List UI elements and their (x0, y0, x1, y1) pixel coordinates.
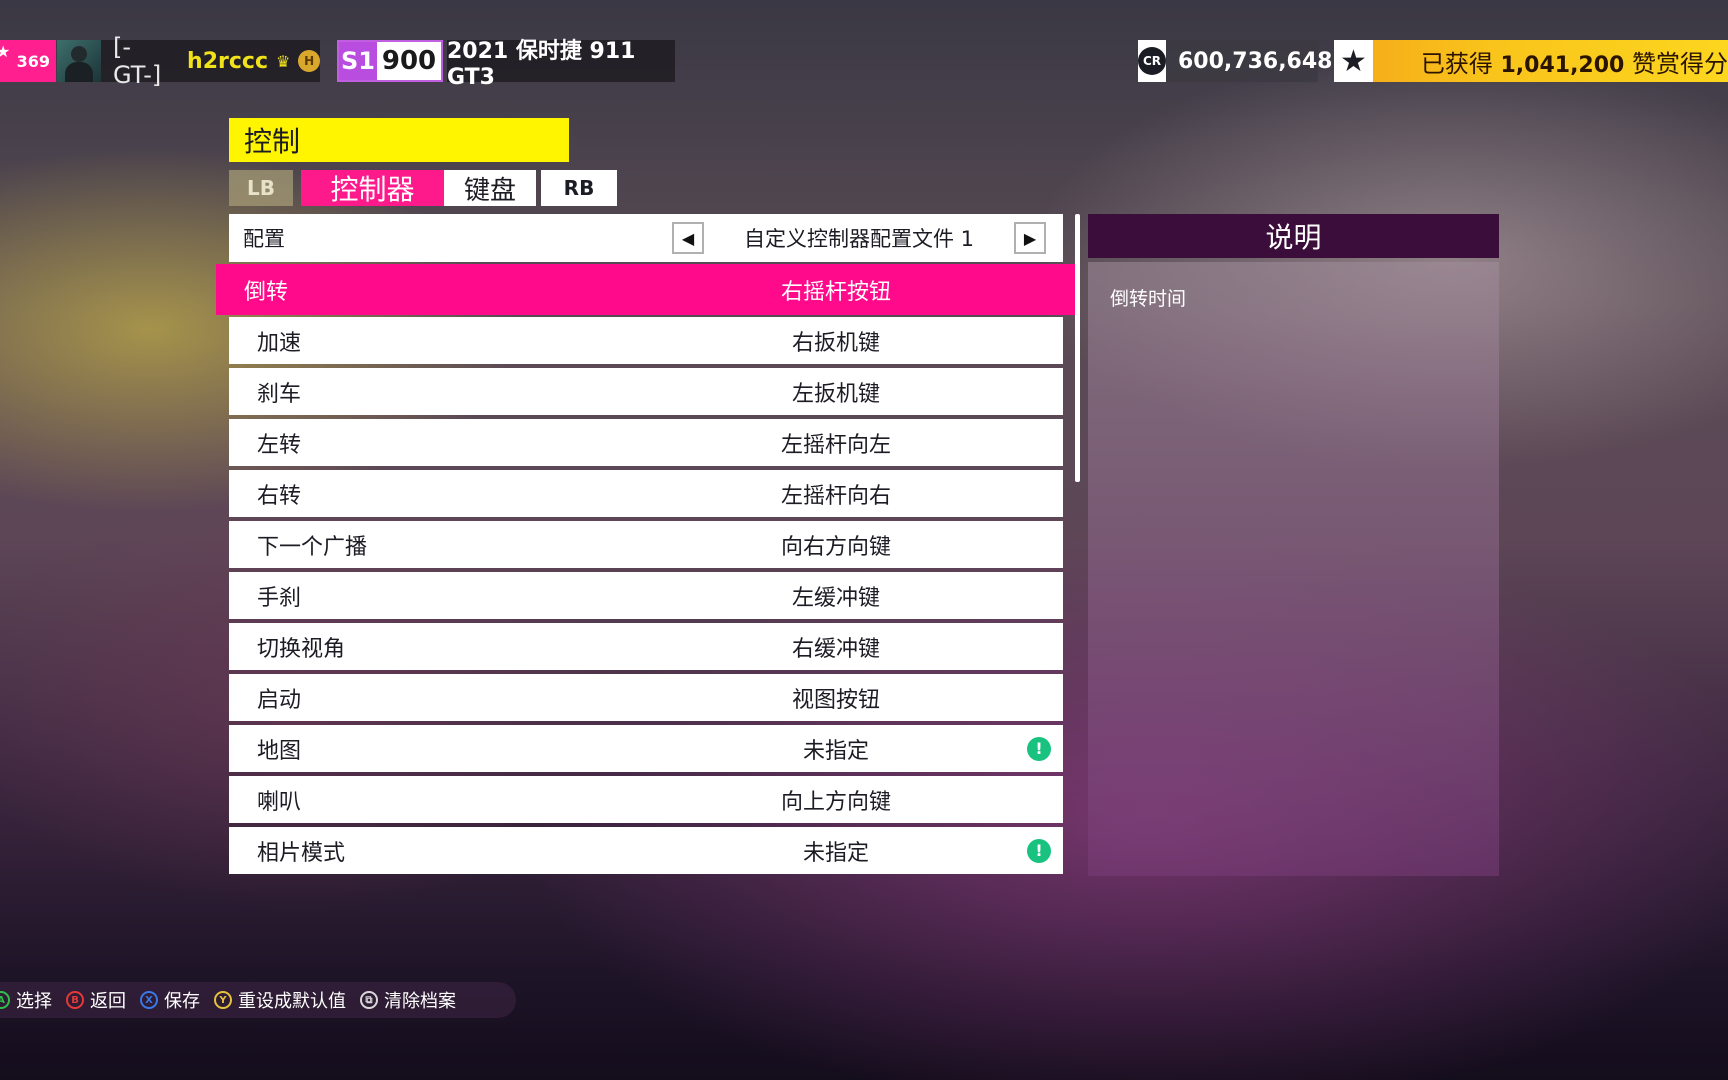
binding-action: 加速 (257, 330, 302, 356)
player-level-badge: ★ 369 (0, 40, 56, 82)
binding-row[interactable]: 地图 未指定! (229, 725, 1063, 772)
binding-row[interactable]: 启动 视图按钮 (229, 674, 1063, 721)
binding-row[interactable]: 倒转 右摇杆按钮 (216, 264, 1076, 315)
binding-action: 喇叭 (257, 789, 302, 815)
credits-amount: 600,736,648 (1178, 48, 1333, 74)
binding-action: 下一个广播 (257, 534, 368, 560)
warning-icon: ! (1027, 838, 1051, 863)
binding-action: 启动 (257, 687, 302, 713)
chevron-left-icon: ◀ (681, 228, 695, 248)
binding-action: 左转 (257, 432, 302, 458)
tab-bar: LB 控制器 键盘 RB (229, 170, 617, 206)
page-title: 控制 (229, 118, 569, 162)
credits-icon: CR (1138, 40, 1166, 82)
chevron-right-icon: ▶ (1023, 228, 1037, 248)
binding-action: 倒转 (244, 279, 289, 305)
binding-action: 右转 (257, 483, 302, 509)
pi-value: 900 (377, 42, 441, 80)
binding-row[interactable]: 右转 左摇杆向右 (229, 470, 1063, 517)
binding-action: 切换视角 (257, 636, 346, 662)
binding-row[interactable]: 下一个广播 向右方向键 (229, 521, 1063, 568)
button-hints: A 选择 B 返回 X 保存 Y 重设成默认值 ⧉ 清除档案 (0, 982, 516, 1018)
view-button-icon: ⧉ (360, 991, 378, 1009)
a-button-icon: A (0, 991, 10, 1009)
binding-value: 未指定 (802, 840, 869, 866)
hint-reset[interactable]: Y 重设成默认值 (214, 987, 346, 1013)
accolades-value: 1,041,200 (1500, 52, 1625, 78)
tab-prev-bumper[interactable]: LB (229, 170, 293, 206)
binding-value: 视图按钮 (791, 687, 880, 713)
car-name: 2021 保时捷 911 GT3 (447, 39, 675, 90)
config-prev-button[interactable]: ◀ (672, 222, 704, 254)
y-button-icon: Y (214, 991, 232, 1009)
binding-value: 左缓冲键 (791, 585, 880, 611)
star-icon: ★ (1334, 40, 1373, 82)
binding-action: 手刹 (257, 585, 302, 611)
club-tag: [-GT-] (113, 33, 162, 89)
binding-value: 右摇杆按钮 (780, 279, 891, 305)
hint-save[interactable]: X 保存 (140, 987, 200, 1013)
tab-next-bumper[interactable]: RB (541, 170, 617, 206)
scrollbar[interactable] (1075, 214, 1080, 482)
binding-row[interactable]: 相片模式 未指定! (229, 827, 1063, 874)
hint-back[interactable]: B 返回 (66, 987, 126, 1013)
config-value: 自定义控制器配置文件 1 (743, 227, 975, 251)
tab-keyboard[interactable]: 键盘 (444, 170, 536, 206)
binding-value: 左扳机键 (791, 381, 880, 407)
medal-icon: H (298, 50, 320, 72)
binding-action: 地图 (257, 738, 302, 764)
description-text: 倒转时间 (1110, 288, 1187, 310)
pi-class: S1 (339, 42, 377, 80)
credits-display: CR 600,736,648 (1138, 40, 1332, 82)
binding-row[interactable]: 喇叭 向上方向键 (229, 776, 1063, 823)
binding-action: 相片模式 (257, 840, 346, 866)
binding-value: 未指定 (802, 738, 869, 764)
avatar (57, 40, 101, 82)
player-gamertag: [-GT-] h2rccc ♛ H (101, 33, 320, 89)
description-panel: 倒转时间 (1088, 262, 1499, 876)
player-level: 369 (16, 51, 50, 71)
performance-index: S1 900 (337, 40, 443, 82)
warning-icon: ! (1027, 736, 1051, 761)
binding-row[interactable]: 左转 左摇杆向左 (229, 419, 1063, 466)
b-button-icon: B (66, 991, 84, 1009)
binding-value: 向上方向键 (780, 789, 891, 815)
accolades-banner: ★ 已获得 1,041,200 赞赏得分 (1334, 40, 1728, 82)
binding-list: 倒转 右摇杆按钮加速 右扳机键刹车 左扳机键左转 左摇杆向左右转 左摇杆向右下一个广播 向右… (216, 264, 1076, 878)
x-button-icon: X (140, 991, 158, 1009)
hint-select[interactable]: A 选择 (0, 987, 52, 1013)
binding-value: 左摇杆向左 (780, 432, 891, 458)
hint-clear[interactable]: ⧉ 清除档案 (360, 987, 456, 1013)
config-selector: 配置 ◀ 自定义控制器配置文件 1 ▶ (229, 214, 1063, 262)
star-icon: ★ (0, 42, 11, 61)
config-label: 配置 (243, 227, 285, 251)
binding-value: 右扳机键 (791, 330, 880, 356)
binding-row[interactable]: 加速 右扳机键 (229, 317, 1063, 364)
binding-value: 左摇杆向右 (780, 483, 891, 509)
tab-controller[interactable]: 控制器 (301, 170, 444, 206)
config-next-button[interactable]: ▶ (1014, 222, 1046, 254)
binding-row[interactable]: 手刹 左缓冲键 (229, 572, 1063, 619)
player-name: h2rccc (187, 48, 268, 74)
binding-action: 刹车 (257, 381, 302, 407)
accolades-text: 已获得 1,041,200 赞赏得分 (1420, 49, 1728, 78)
binding-value: 右缓冲键 (791, 636, 880, 662)
binding-row[interactable]: 切换视角 右缓冲键 (229, 623, 1063, 670)
crown-icon: ♛ (276, 51, 291, 71)
description-header: 说明 (1088, 214, 1499, 258)
binding-row[interactable]: 刹车 左扳机键 (229, 368, 1063, 415)
